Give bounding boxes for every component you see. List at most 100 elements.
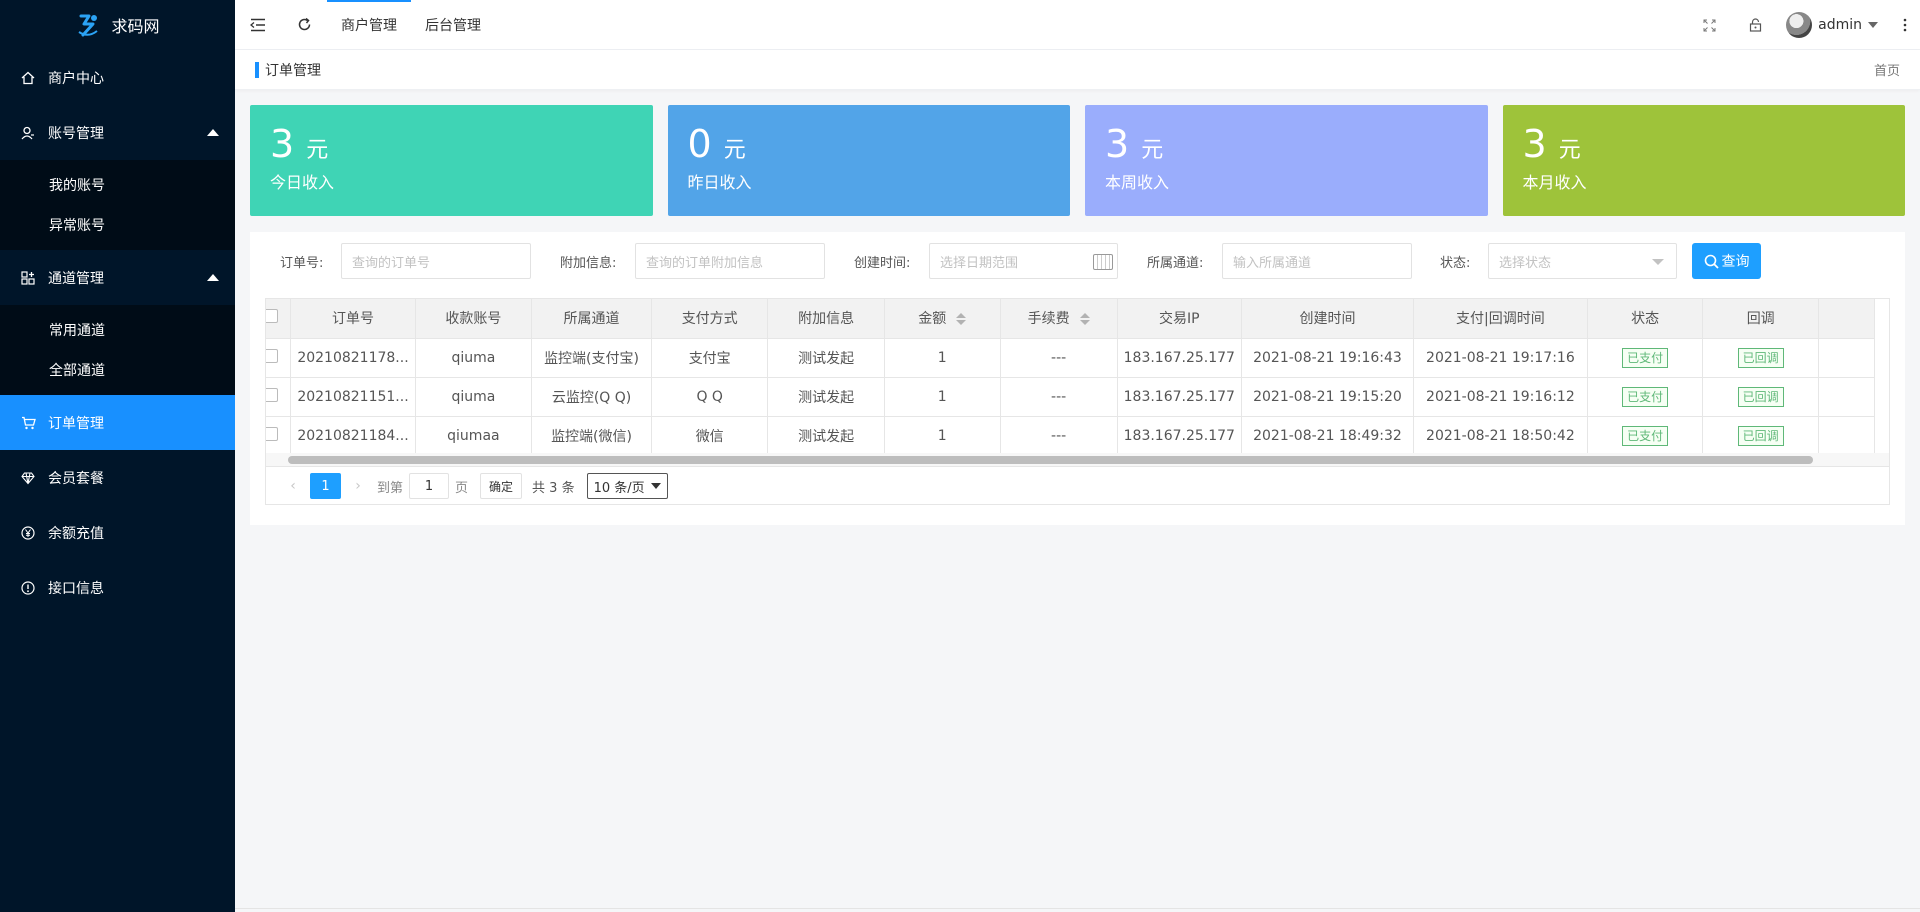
col-fee-label: 手续费 (1027, 311, 1070, 328)
col-ip: 交易IP (1117, 299, 1242, 339)
query-button[interactable]: 查询 (1692, 243, 1761, 279)
cell-account: qiuma (415, 377, 533, 417)
more-vertical-icon[interactable] (1890, 0, 1920, 50)
col-fee[interactable]: 手续费 (1000, 299, 1118, 339)
row-checkbox-cell[interactable] (266, 416, 292, 456)
sidebar-item-recharge[interactable]: 余额充值 (0, 505, 235, 560)
sidebar-item-my-accounts[interactable]: 我的账号 (0, 165, 235, 205)
select-all-checkbox[interactable] (266, 309, 279, 324)
sidebar-item-merchant-center[interactable]: 商户中心 (0, 50, 235, 105)
card-unit: 元 (306, 138, 329, 163)
status-select[interactable]: 选择状态 (1488, 243, 1677, 279)
row-checkbox[interactable] (266, 348, 279, 363)
tab-merchant-management[interactable]: 商户管理 (327, 0, 411, 50)
prev-page-icon[interactable]: ‹ (280, 473, 306, 499)
sidebar-item-all-channels[interactable]: 全部通道 (0, 350, 235, 390)
user-menu[interactable]: admin (1778, 12, 1890, 38)
page-size-value: 10 条/页 (593, 480, 645, 496)
sidebar-item-channel-management[interactable]: 通道管理 (0, 250, 235, 305)
apps-add-icon (20, 270, 36, 286)
sort-icon[interactable] (956, 312, 967, 326)
chevron-down-icon (650, 483, 661, 489)
top-header: 商户管理 后台管理 admin (235, 0, 1920, 50)
yen-icon (20, 525, 36, 541)
horizontal-scrollbar[interactable] (288, 456, 1813, 464)
table-row[interactable]: 20210821184... qiumaa 监控端(微信) 微信 测试发起 1 … (266, 416, 1876, 456)
created-time-label: 创建时间: (854, 256, 911, 271)
brand-name: 求码网 (111, 17, 160, 36)
cell-channel: 监控端(微信) (531, 416, 652, 456)
sidebar-item-label: 接口信息 (48, 580, 104, 597)
row-checkbox[interactable] (266, 426, 279, 441)
caret-up-icon (207, 128, 219, 136)
date-range-placeholder: 选择日期范围 (940, 255, 1019, 271)
tab-admin-management[interactable]: 后台管理 (411, 0, 495, 50)
col-callback: 回调 (1702, 299, 1819, 339)
page-title: 订单管理 (265, 62, 321, 79)
col-amount[interactable]: 金额 (884, 299, 1001, 339)
avatar (1786, 12, 1813, 38)
chevron-down-icon (1652, 259, 1664, 265)
sidebar: 求码网 商户中心 账号管理 我的账号 异常账号 通道管理 常用通道 全部通道 订… (0, 0, 235, 912)
sidebar-item-api-info[interactable]: 接口信息 (0, 560, 235, 615)
cell-paid-callback: 2021-08-21 19:16:12 (1413, 377, 1588, 417)
channel-input[interactable]: 输入所属通道 (1222, 243, 1412, 279)
cell-status: 已支付 (1587, 416, 1704, 456)
col-account: 收款账号 (415, 299, 533, 339)
header-actions: admin (1686, 0, 1920, 50)
sidebar-item-abnormal-accounts[interactable]: 异常账号 (0, 205, 235, 245)
user-icon (20, 125, 36, 141)
header-checkbox-cell[interactable] (266, 299, 292, 339)
row-checkbox[interactable] (266, 387, 279, 402)
cell-fee: --- (1000, 416, 1118, 456)
lock-icon[interactable] (1732, 0, 1778, 50)
sidebar-item-common-channels[interactable]: 常用通道 (0, 310, 235, 350)
table-row[interactable]: 20210821178... qiuma 监控端(支付宝) 支付宝 测试发起 1… (266, 338, 1876, 378)
card-value: 0 (687, 122, 712, 166)
refresh-icon[interactable] (281, 0, 327, 50)
fullscreen-icon[interactable] (1686, 0, 1732, 50)
page-size-select[interactable]: 10 条/页 (586, 473, 668, 499)
sidebar-item-label: 账号管理 (48, 125, 104, 142)
sidebar-item-order-management[interactable]: 订单管理 (0, 395, 235, 450)
collapse-menu-icon[interactable] (235, 0, 281, 50)
pagination: ‹ 1 › 到第 1 页 确定 共 3 条 10 条/页 (266, 467, 1889, 504)
col-created: 创建时间 (1241, 299, 1414, 339)
extra-info-input[interactable]: 查询的订单附加信息 (635, 243, 825, 279)
row-checkbox-cell[interactable] (266, 338, 292, 378)
page-current[interactable]: 1 (310, 473, 341, 499)
cell-ip: 183.167.25.177 (1117, 338, 1242, 378)
order-panel: 订单号: 查询的订单号 附加信息: 查询的订单附加信息 创建时间: 选择日期范围… (250, 232, 1905, 525)
sidebar-item-account-management[interactable]: 账号管理 (0, 105, 235, 160)
channel-label: 所属通道: (1147, 256, 1204, 271)
goto-confirm-button[interactable]: 确定 (480, 473, 523, 499)
logo-icon (78, 14, 99, 37)
cell-amount: 1 (884, 377, 1001, 417)
sidebar-item-label: 会员套餐 (48, 470, 104, 487)
goto-page-input[interactable]: 1 (409, 473, 450, 499)
cart-icon (20, 415, 36, 431)
sort-icon[interactable] (1079, 312, 1090, 326)
status-placeholder: 选择状态 (1499, 255, 1552, 271)
calendar-icon (1093, 254, 1113, 270)
cell-account: qiumaa (415, 416, 533, 456)
cell-paid-callback: 2021-08-21 19:17:16 (1413, 338, 1588, 378)
sidebar-item-membership[interactable]: 会员套餐 (0, 450, 235, 505)
cell-created: 2021-08-21 19:15:20 (1241, 377, 1414, 417)
status-label: 状态: (1440, 256, 1471, 271)
cell-extra-info: 测试发起 (767, 338, 885, 378)
date-range-input[interactable]: 选择日期范围 (929, 243, 1118, 279)
breadcrumb: 订单管理 首页 (235, 50, 1920, 90)
info-icon (20, 580, 36, 596)
order-no-input[interactable]: 查询的订单号 (341, 243, 531, 279)
table-row[interactable]: 20210821151... qiuma 云监控(Q Q) Q Q 测试发起 1… (266, 377, 1876, 417)
next-page-icon[interactable]: › (345, 473, 371, 499)
card-unit: 元 (1558, 138, 1581, 163)
row-checkbox-cell[interactable] (266, 377, 292, 417)
submenu-account: 我的账号 异常账号 (0, 160, 235, 250)
breadcrumb-home-link[interactable]: 首页 (1874, 60, 1900, 79)
logo[interactable]: 求码网 (0, 0, 235, 50)
caret-up-icon (207, 273, 219, 281)
cell-ip: 183.167.25.177 (1117, 416, 1242, 456)
col-amount-label: 金额 (918, 311, 947, 328)
